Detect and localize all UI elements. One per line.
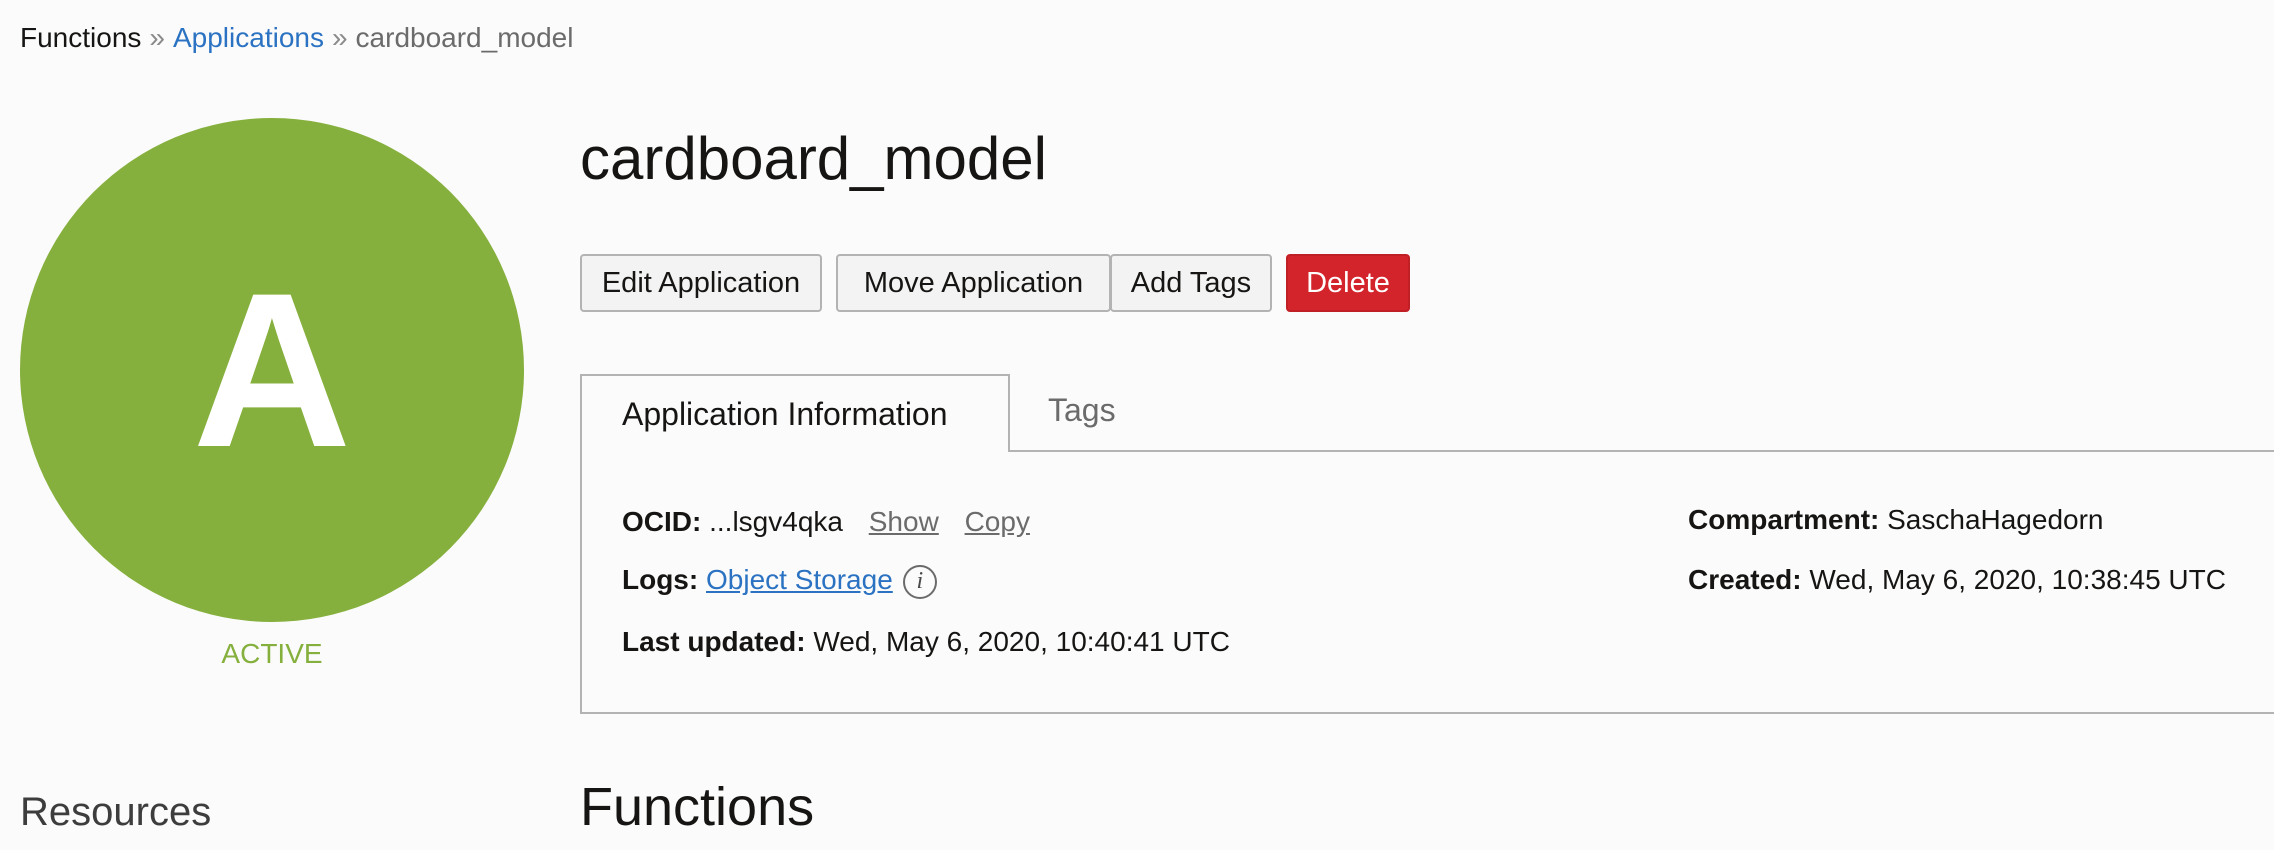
compartment-value: SaschaHagedorn (1887, 504, 2104, 535)
breadcrumb-separator: » (331, 22, 348, 53)
logs-label: Logs: (622, 564, 699, 595)
status-label: ACTIVE (221, 638, 323, 669)
breadcrumb-functions[interactable]: Functions (20, 22, 141, 53)
logs-field: Logs: Object Storage i (622, 564, 937, 599)
breadcrumb-separator: » (149, 22, 165, 53)
tab-application-information[interactable]: Application Information (580, 374, 1010, 452)
ocid-field: OCID: ...lsgv4qka Show Copy (622, 506, 1030, 538)
breadcrumb-current: cardboard_model (355, 22, 574, 53)
resources-heading: Resources (20, 790, 212, 834)
application-info-panel: OCID: ...lsgv4qka Show Copy Logs: Object… (580, 450, 2274, 714)
created-value: Wed, May 6, 2020, 10:38:45 UTC (1809, 564, 2226, 595)
last-updated-value: Wed, May 6, 2020, 10:40:41 UTC (813, 626, 1230, 657)
last-updated-label: Last updated: (622, 626, 806, 657)
created-field: Created: Wed, May 6, 2020, 10:38:45 UTC (1688, 564, 2226, 596)
page-title: cardboard_model (580, 125, 1047, 192)
ocid-value: ...lsgv4qka (709, 506, 843, 537)
created-label: Created: (1688, 564, 1802, 595)
add-tags-button[interactable]: Add Tags (1110, 254, 1272, 312)
application-avatar: A (20, 118, 524, 622)
last-updated-field: Last updated: Wed, May 6, 2020, 10:40:41… (622, 626, 1230, 658)
tab-tags[interactable]: Tags (1048, 392, 1116, 429)
move-application-button[interactable]: Move Application (836, 254, 1111, 312)
compartment-field: Compartment: SaschaHagedorn (1688, 504, 2104, 536)
breadcrumb-applications-link[interactable]: Applications (173, 22, 324, 53)
avatar-letter: A (192, 247, 352, 493)
functions-heading: Functions (580, 777, 815, 837)
ocid-show-link[interactable]: Show (869, 506, 939, 537)
logs-object-storage-link[interactable]: Object Storage (706, 564, 893, 595)
breadcrumb: Functions» Applications» cardboard_model (20, 20, 573, 56)
ocid-copy-link[interactable]: Copy (965, 506, 1030, 537)
edit-application-button[interactable]: Edit Application (580, 254, 822, 312)
ocid-label: OCID: (622, 506, 702, 537)
info-icon[interactable]: i (902, 564, 937, 599)
delete-button[interactable]: Delete (1286, 254, 1410, 312)
compartment-label: Compartment: (1688, 504, 1880, 535)
